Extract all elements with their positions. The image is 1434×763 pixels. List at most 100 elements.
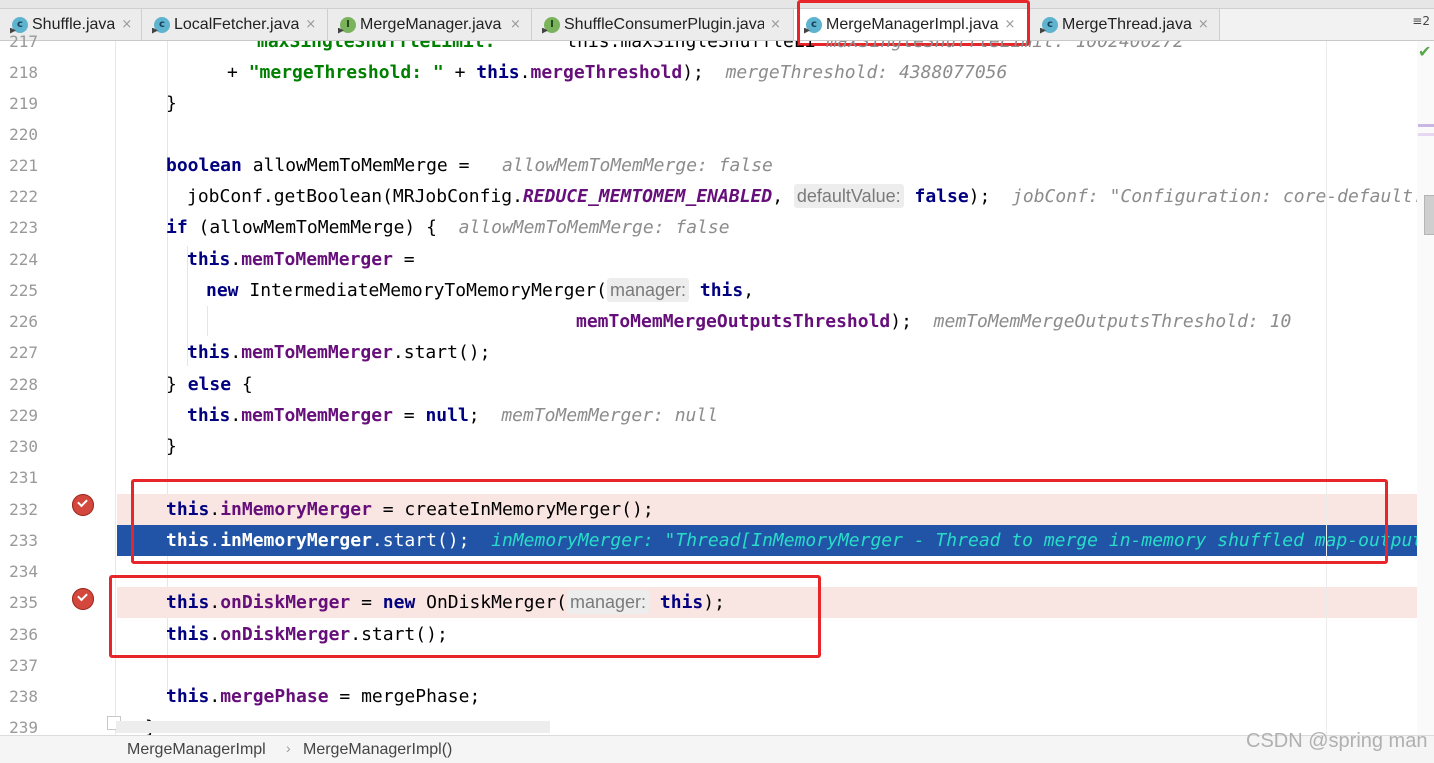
line-number: 219 bbox=[9, 94, 38, 113]
line-number: 220 bbox=[9, 125, 38, 144]
code-text: , bbox=[772, 186, 794, 207]
annotation-box-ondisk-merger bbox=[109, 575, 821, 658]
code-text: this.maxSingleShuffleLi bbox=[566, 41, 816, 52]
stripe-marker[interactable] bbox=[1418, 133, 1434, 136]
interface-icon: I bbox=[544, 16, 560, 33]
code-constant: REDUCE_MEMTOMEM_ENABLED bbox=[522, 186, 773, 207]
line-number: 221 bbox=[9, 156, 38, 175]
tab-label: MergeManager.java bbox=[360, 15, 502, 33]
code-keyword: if bbox=[166, 217, 188, 238]
breadcrumb-method[interactable]: MergeManagerImpl() bbox=[303, 741, 452, 759]
line-number: 235 bbox=[9, 593, 38, 612]
watermark: CSDN @spring man bbox=[1246, 730, 1428, 752]
error-stripe[interactable] bbox=[1417, 41, 1434, 735]
tab-mergemanager-java[interactable]: I MergeManager.java × bbox=[328, 9, 532, 40]
horizontal-scrollbar[interactable] bbox=[116, 721, 550, 733]
code-line-238: this.mergePhase = mergePhase; bbox=[117, 681, 1417, 712]
code-text: ); bbox=[682, 62, 704, 83]
code-keyword: this bbox=[187, 342, 231, 363]
line-number: 232 bbox=[9, 500, 38, 519]
line-number: 234 bbox=[9, 562, 38, 581]
tab-shuffleconsumerplugin-java[interactable]: I ShuffleConsumerPlugin.java × bbox=[532, 9, 794, 40]
code-line-221: boolean allowMemToMemMerge = allowMemToM… bbox=[117, 150, 1417, 181]
close-icon[interactable]: × bbox=[1198, 17, 1209, 32]
breadcrumb-class[interactable]: MergeManagerImpl bbox=[127, 741, 266, 759]
code-text: , bbox=[743, 280, 755, 301]
code-keyword: this bbox=[166, 686, 210, 707]
close-icon[interactable]: × bbox=[510, 17, 521, 32]
code-keyword: false bbox=[914, 186, 969, 207]
code-field: mergePhase bbox=[220, 686, 329, 707]
breakpoint-icon[interactable] bbox=[72, 588, 94, 610]
code-keyword: boolean bbox=[166, 155, 242, 176]
code-field: memToMemMergeOutputsThreshold bbox=[576, 311, 891, 332]
code-line-229: this.memToMemMerger = null; memToMemMerg… bbox=[117, 400, 1417, 431]
code-line-217: maxSingleShuffleLimit: this.maxSingleShu… bbox=[117, 41, 1417, 57]
code-keyword: this bbox=[699, 280, 744, 301]
code-text: } bbox=[166, 374, 188, 395]
right-margin-guide bbox=[1326, 41, 1327, 735]
code-line-222: jobConf.getBoolean(MRJobConfig.REDUCE_ME… bbox=[117, 181, 1417, 212]
code-line-224: this.memToMemMerger = bbox=[117, 244, 1417, 275]
code-line-230: } bbox=[117, 431, 1417, 462]
tab-localfetcher-java[interactable]: c LocalFetcher.java × bbox=[142, 9, 328, 40]
code-field: memToMemMerger bbox=[241, 249, 393, 270]
line-number: 218 bbox=[9, 63, 38, 82]
line-number: 237 bbox=[9, 656, 38, 675]
interface-icon: I bbox=[340, 16, 356, 33]
debug-hint: memToMemMerger: null bbox=[501, 405, 719, 426]
code-text: jobConf.getBoolean(MRJobConfig. bbox=[187, 186, 523, 207]
vertical-scrollbar-thumb[interactable] bbox=[1424, 195, 1434, 235]
tab-overflow-menu[interactable]: ≡2 bbox=[1412, 14, 1430, 28]
tab-mergethread-java[interactable]: c MergeThread.java × bbox=[1030, 9, 1220, 40]
class-icon: c bbox=[1042, 16, 1058, 33]
line-number: 227 bbox=[9, 343, 38, 362]
code-keyword: this bbox=[476, 62, 520, 83]
stripe-marker[interactable] bbox=[1418, 124, 1434, 127]
code-text: + bbox=[443, 62, 477, 83]
code-string: "mergeThreshold: " bbox=[248, 62, 444, 83]
code-text: .start(); bbox=[392, 342, 491, 363]
debug-hint: jobConf: "Configuration: core-default.xm… bbox=[1012, 186, 1417, 207]
code-text: + bbox=[227, 62, 249, 83]
code-string: maxSingleShuffleLimit: bbox=[257, 41, 507, 52]
tab-label: Shuffle.java bbox=[32, 15, 116, 33]
tab-label: MergeThread.java bbox=[1062, 15, 1192, 33]
code-text: } bbox=[166, 93, 177, 114]
line-number-gutter[interactable]: 217 218 219 220 221 222 223 224 225 226 … bbox=[0, 32, 116, 737]
debug-hint: memToMemMergeOutputsThreshold: 10 bbox=[933, 311, 1292, 332]
code-text: . bbox=[230, 405, 242, 426]
line-number: 223 bbox=[9, 218, 38, 237]
line-number: 224 bbox=[9, 250, 38, 269]
class-icon: c bbox=[154, 16, 170, 33]
close-icon[interactable]: × bbox=[305, 17, 316, 32]
code-field: memToMemMerger bbox=[241, 342, 393, 363]
line-number: 236 bbox=[9, 625, 38, 644]
code-line-226: memToMemMergeOutputsThreshold); memToMem… bbox=[117, 306, 1417, 337]
line-number: 225 bbox=[9, 281, 38, 300]
editor-tab-bar: c Shuffle.java × c LocalFetcher.java × I… bbox=[0, 0, 1434, 41]
tab-label: ShuffleConsumerPlugin.java bbox=[564, 15, 764, 33]
line-number: 226 bbox=[9, 312, 38, 331]
code-text: IntermediateMemoryToMemoryMerger( bbox=[238, 280, 607, 301]
line-number: 222 bbox=[9, 187, 38, 206]
code-text: { bbox=[231, 374, 253, 395]
code-text: ); bbox=[890, 311, 912, 332]
code-text: (allowMemToMemMerge) { bbox=[187, 217, 437, 238]
debug-hint: allowMemToMemMerge: false bbox=[458, 217, 730, 238]
breakpoint-icon[interactable] bbox=[72, 494, 94, 516]
check-icon: ✔ bbox=[1418, 42, 1432, 61]
code-keyword: else bbox=[187, 374, 232, 395]
annotation-box-active-tab bbox=[797, 0, 1030, 46]
code-text: = bbox=[392, 405, 426, 426]
close-icon[interactable]: × bbox=[121, 17, 132, 32]
code-text: . bbox=[230, 342, 242, 363]
code-keyword: this bbox=[187, 249, 231, 270]
code-text: ; bbox=[468, 405, 480, 426]
debug-hint: maxSingleShuffleLimit: 1002400272 bbox=[826, 41, 1184, 52]
code-line-223: if (allowMemToMemMerge) { allowMemToMemM… bbox=[117, 212, 1417, 243]
line-number: 230 bbox=[9, 437, 38, 456]
close-icon[interactable]: × bbox=[770, 17, 781, 32]
line-number: 229 bbox=[9, 406, 38, 425]
code-text: . bbox=[230, 249, 242, 270]
